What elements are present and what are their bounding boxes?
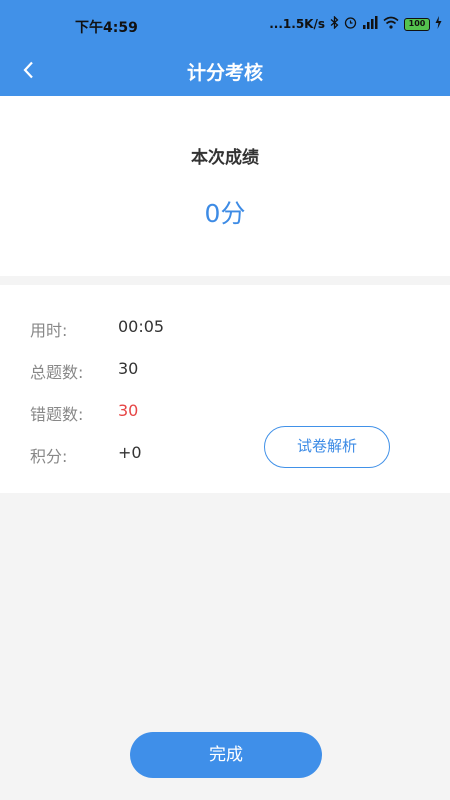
- nav-bar: 计分考核: [0, 46, 450, 96]
- alarm-icon: [344, 16, 357, 32]
- score-label: 本次成绩: [191, 148, 259, 168]
- total-value: 30: [118, 359, 139, 378]
- time-label: 用时:: [30, 321, 68, 340]
- score-card: 本次成绩 0分: [0, 96, 450, 276]
- status-time: 下午4:59: [75, 20, 138, 36]
- detail-card: 用时: 00:05 总题数: 30 错题数: 30 积分: +0 试卷解析: [0, 285, 450, 493]
- review-button[interactable]: 试卷解析: [264, 426, 390, 468]
- page-title: 计分考核: [186, 62, 263, 84]
- points-row: 积分: +0: [30, 443, 142, 467]
- charging-icon: [435, 16, 442, 32]
- signal-icon: [362, 16, 378, 32]
- wrong-label: 错题数:: [30, 405, 84, 424]
- wrong-value: 30: [118, 401, 139, 420]
- points-value: +0: [118, 443, 142, 462]
- score-value: 0分: [204, 199, 246, 228]
- wifi-icon: [383, 16, 399, 32]
- battery-icon: 100: [404, 17, 430, 31]
- wrong-row: 错题数: 30: [30, 401, 138, 425]
- status-icons: ...1.5K/s 100: [269, 15, 442, 32]
- finish-button[interactable]: 完成: [130, 732, 322, 778]
- total-label: 总题数:: [30, 363, 84, 382]
- time-row: 用时: 00:05: [30, 317, 164, 341]
- network-speed: ...1.5K/s: [269, 17, 325, 31]
- total-row: 总题数: 30: [30, 359, 138, 383]
- time-value: 00:05: [118, 317, 165, 336]
- points-label: 积分:: [30, 447, 68, 466]
- status-bar: 下午4:59 ...1.5K/s 100: [0, 0, 450, 46]
- bluetooth-icon: [330, 15, 339, 32]
